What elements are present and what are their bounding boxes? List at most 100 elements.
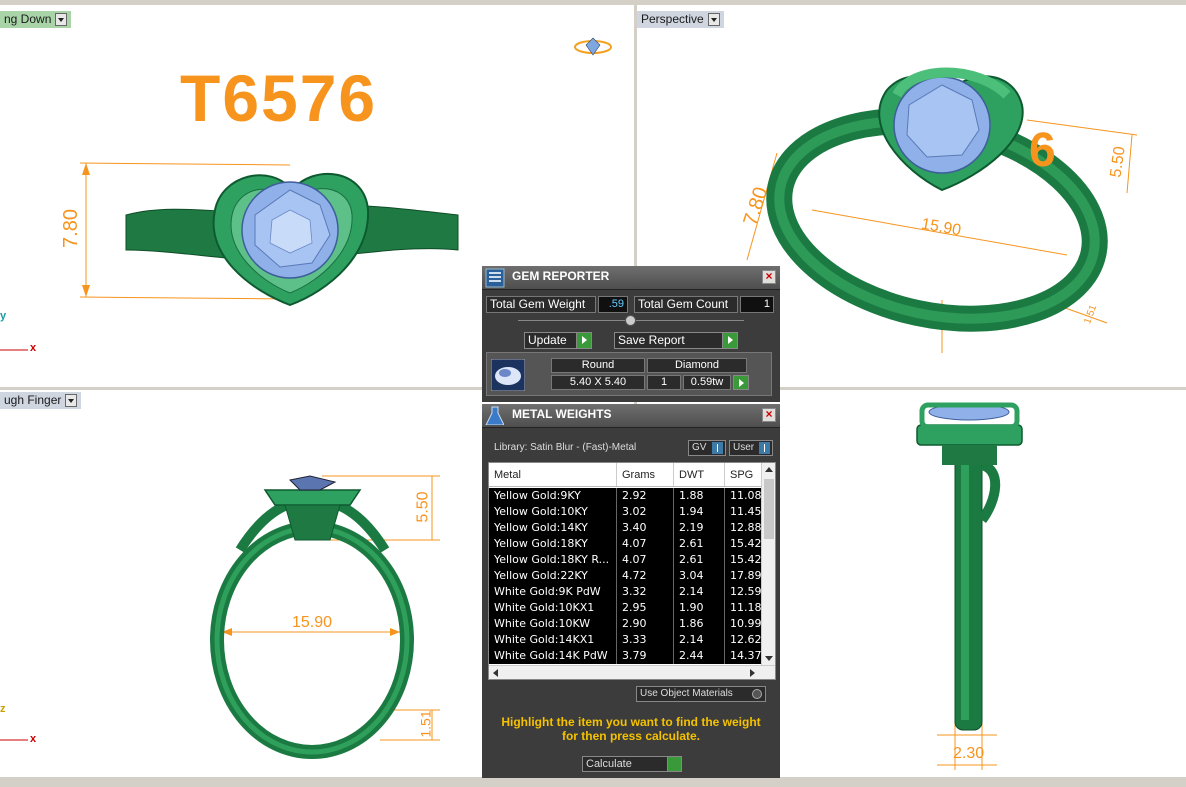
total-gem-weight-value: .59 [598,296,628,313]
metal-spg: 15.42 [725,552,763,568]
gem-go-button[interactable] [733,375,749,390]
table-row[interactable]: Yellow Gold:9KY 2.92 1.88 11.08 [489,488,763,504]
gem-reporter-icon [485,268,505,288]
metal-dwt: 2.14 [674,584,725,600]
metal-grams: 2.95 [617,600,674,616]
dimension-band: 1.51 [417,710,434,738]
metal-grams: 4.07 [617,552,674,568]
scroll-thumb[interactable] [764,479,774,539]
table-row[interactable]: Yellow Gold:14KY 3.40 2.19 12.88 [489,520,763,536]
gem-tw[interactable]: 0.59tw [683,375,731,390]
metal-grams: 3.02 [617,504,674,520]
metal-name: White Gold:14KX1 [489,632,617,648]
gem-reporter-panel[interactable]: GEM REPORTER × Total Gem Weight .59 Tota… [482,266,780,402]
table-row[interactable]: Yellow Gold:18KY 4.07 2.61 15.42 [489,536,763,552]
calculate-label: Calculate [586,758,632,770]
col-header-dwt[interactable]: DWT [674,463,725,486]
table-row[interactable]: Yellow Gold:10KY 3.02 1.94 11.45 [489,504,763,520]
gem-list-area: Round Diamond 5.40 X 5.40 1 0.59tw [486,352,772,396]
save-report-label: Save Report [618,333,685,347]
close-icon[interactable]: × [762,270,776,284]
metal-grams: 2.90 [617,616,674,632]
metal-spg: 11.08 [725,488,763,504]
scroll-down-icon[interactable] [765,656,773,661]
table-row[interactable]: White Gold:14K PdW 3.79 2.44 14.37 [489,648,763,664]
metal-weights-panel[interactable]: METAL WEIGHTS × Library: Satin Blur - (F… [482,404,780,782]
col-header-grams[interactable]: Grams [617,463,674,486]
metal-grams: 3.79 [617,648,674,664]
metal-weights-titlebar[interactable]: METAL WEIGHTS × [482,404,780,428]
horizontal-scrollbar[interactable] [489,665,775,679]
metal-name: Yellow Gold:10KY [489,504,617,520]
radio-icon [752,689,762,699]
gem-reporter-titlebar[interactable]: GEM REPORTER × [482,266,780,290]
play-icon [722,333,737,348]
flask-icon [485,406,504,425]
axis-y-label: y [0,310,7,322]
update-button[interactable]: Update [524,332,592,349]
metal-spg: 12.62 [725,632,763,648]
model-title: T6576 [180,61,378,135]
table-row[interactable]: White Gold:10KW 2.90 1.86 10.99 [489,616,763,632]
total-gem-count-label: Total Gem Count [634,296,738,313]
play-icon [576,333,591,348]
scroll-up-icon[interactable] [765,467,773,472]
calculate-button[interactable]: Calculate [582,756,682,772]
metal-weights-title: METAL WEIGHTS [512,407,612,421]
metal-dwt: 2.61 [674,552,725,568]
col-header-metal[interactable]: Metal [489,463,617,486]
gem-qty[interactable]: 1 [647,375,681,390]
gv-toggle[interactable]: GV [688,440,726,456]
metal-table-header: Metal Grams DWT SPG [489,463,763,487]
metal-name: Yellow Gold:18KY [489,536,617,552]
scroll-right-icon[interactable] [750,669,755,677]
metal-dwt: 2.14 [674,632,725,648]
metal-spg: 15.42 [725,536,763,552]
metal-spg: 11.18 [725,600,763,616]
metal-spg: 12.59 [725,584,763,600]
splitter-handle-icon[interactable] [625,315,636,326]
status-strip [0,778,1186,787]
metal-spg: 14.37 [725,648,763,664]
library-label: Library: Satin Blur - (Fast)-Metal [494,442,637,453]
dimension-height: 7.80 [59,209,82,248]
metal-table[interactable]: Metal Grams DWT SPG Yellow Gold:9KY 2.92 1… [488,462,776,680]
save-report-button[interactable]: Save Report [614,332,738,349]
table-row[interactable]: White Gold:10KX1 2.95 1.90 11.18 [489,600,763,616]
metal-dwt: 1.86 [674,616,725,632]
user-toggle[interactable]: User [729,440,773,456]
metal-dwt: 2.44 [674,648,725,664]
scroll-left-icon[interactable] [493,669,498,677]
use-object-materials-toggle[interactable]: Use Object Materials [636,686,766,702]
metal-dwt: 2.61 [674,536,725,552]
instruction-message: Highlight the item you want to find the … [501,715,761,743]
close-icon[interactable]: × [762,408,776,422]
use-object-materials-label: Use Object Materials [640,688,733,699]
gem-material[interactable]: Diamond [647,358,747,373]
metal-dwt: 3.04 [674,568,725,584]
dimension-band-width: 2.30 [953,745,985,762]
model-title-partial: 6 [1029,124,1056,177]
metal-dwt: 1.90 [674,600,725,616]
metal-name: Yellow Gold:18KY R... [489,552,617,568]
gem-shape[interactable]: Round [551,358,645,373]
toggle-icon [712,442,723,454]
update-label: Update [528,333,567,347]
gem-size[interactable]: 5.40 X 5.40 [551,375,645,390]
metal-dwt: 2.19 [674,520,725,536]
table-row[interactable]: Yellow Gold:18KY R... 4.07 2.61 15.42 [489,552,763,568]
play-icon [667,757,681,771]
col-header-spg[interactable]: SPG [725,463,763,486]
table-row[interactable]: White Gold:14KX1 3.33 2.14 12.62 [489,632,763,648]
metal-name: Yellow Gold:9KY [489,488,617,504]
metal-grams: 3.32 [617,584,674,600]
metal-spg: 17.89 [725,568,763,584]
vertical-scrollbar[interactable] [761,463,775,665]
axis-z-label: z [0,703,6,715]
table-row[interactable]: Yellow Gold:22KY 4.72 3.04 17.89 [489,568,763,584]
metal-name: Yellow Gold:22KY [489,568,617,584]
metal-name: White Gold:14K PdW [489,648,617,664]
table-row[interactable]: White Gold:9K PdW 3.32 2.14 12.59 [489,584,763,600]
metal-spg: 11.45 [725,504,763,520]
total-gem-weight-label: Total Gem Weight [486,296,596,313]
